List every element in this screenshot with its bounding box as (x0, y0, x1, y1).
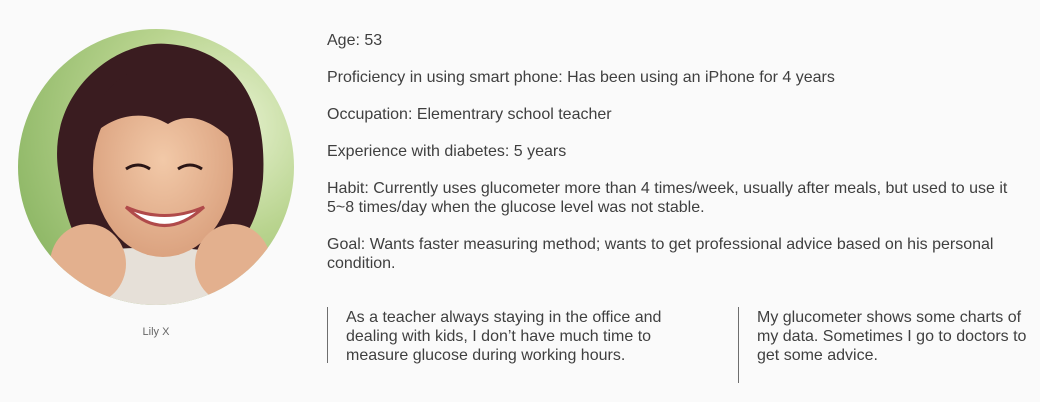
profile-experience: Experience with diabetes: 5 years (327, 143, 567, 160)
profile-age: Age: 53 (327, 32, 383, 49)
quote-card: My glucometer shows some charts of my da… (738, 307, 1027, 383)
profile-proficiency: Proficiency in using smart phone: Has be… (327, 69, 835, 86)
portrait-photo (18, 29, 294, 305)
persona-name: Lily X (142, 326, 170, 338)
profile-occupation: Occupation: Elementrary school teacher (327, 106, 612, 123)
profile-habit: Habit: Currently uses glucometer more th… (327, 180, 1008, 216)
avatar (18, 29, 294, 305)
profile-goal: Goal: Wants faster measuring method; wan… (327, 236, 994, 272)
quote-card: As a teacher always staying in the offic… (327, 307, 716, 364)
quote-text: My glucometer shows some charts of my da… (757, 309, 1027, 364)
quote-text: As a teacher always staying in the offic… (346, 309, 662, 364)
profile-details: Age: 53 Proficiency in using smart phone… (327, 31, 1027, 291)
